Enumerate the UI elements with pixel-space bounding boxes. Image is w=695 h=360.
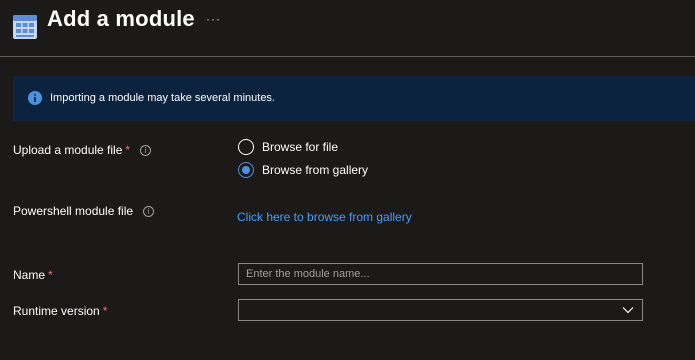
- info-banner: Importing a module may take several minu…: [13, 76, 695, 121]
- add-module-page: Add a module ··· Importing a module may …: [0, 0, 695, 360]
- help-info-icon[interactable]: i: [140, 145, 152, 156]
- page-title: Add a module: [47, 6, 195, 31]
- radio-label: Browse from gallery: [262, 163, 369, 177]
- upload-module-label-text: Upload a module file: [13, 143, 123, 157]
- module-name-input[interactable]: [238, 263, 643, 285]
- powershell-module-label: Powershell module file i: [13, 204, 155, 218]
- info-icon: [28, 91, 42, 105]
- radio-button-selected[interactable]: [238, 162, 254, 178]
- required-marker: *: [102, 304, 108, 318]
- info-message: Importing a module may take several minu…: [50, 92, 275, 104]
- upload-module-label: Upload a module file * i: [13, 143, 152, 157]
- runtime-version-label-text: Runtime version: [13, 304, 100, 318]
- browse-gallery-link[interactable]: Click here to browse from gallery: [237, 210, 412, 224]
- runtime-version-dropdown[interactable]: [238, 299, 643, 321]
- page-header: Add a module ···: [0, 0, 695, 57]
- module-grid-icon: [13, 15, 37, 39]
- required-marker: *: [125, 143, 131, 157]
- chevron-down-icon: [622, 307, 634, 314]
- help-info-icon[interactable]: i: [143, 206, 155, 217]
- radio-selected-dot: [242, 166, 250, 174]
- name-label: Name *: [13, 268, 53, 282]
- powershell-module-label-text: Powershell module file: [13, 204, 134, 218]
- radio-button[interactable]: [238, 139, 254, 155]
- runtime-version-label: Runtime version *: [13, 304, 107, 318]
- name-label-text: Name: [13, 268, 46, 282]
- required-marker: *: [48, 268, 53, 282]
- radio-label: Browse for file: [262, 140, 339, 154]
- more-options-button[interactable]: ···: [206, 12, 221, 26]
